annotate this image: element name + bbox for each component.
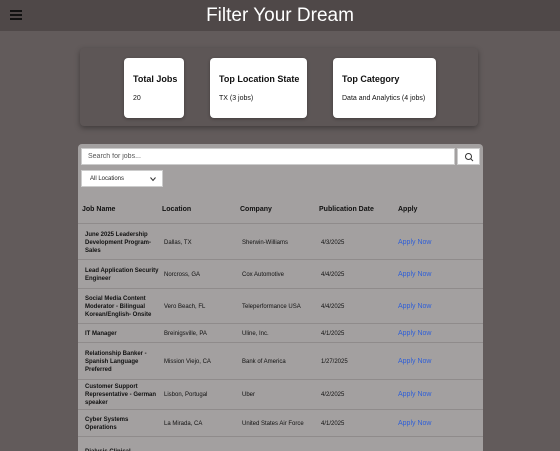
table-row: Dialysis Clinical: [78, 437, 483, 451]
location-filter-value: All Locations: [90, 176, 125, 182]
job-title: June 2025 Leadership Development Program…: [85, 231, 152, 254]
table-row: Cyber Systems Operations La Mirada, CA Uni…: [78, 410, 483, 437]
apply-now-link[interactable]: Apply Now: [398, 420, 431, 427]
job-title: IT Manager: [85, 330, 117, 337]
job-publication-date: 4/4/2025: [321, 303, 345, 310]
stat-label: Top Location State: [219, 74, 300, 84]
stat-value: 20: [133, 95, 141, 102]
job-location: Dallas, TX: [164, 239, 192, 246]
apply-now-link[interactable]: Apply Now: [398, 239, 431, 246]
job-company: Uber: [242, 392, 256, 398]
job-publication-date: 1/27/2025: [321, 358, 348, 365]
job-location: Lisbon, Portugal: [164, 392, 208, 398]
search-button[interactable]: [457, 148, 480, 165]
column-header-location: Location: [162, 206, 192, 213]
job-location: Breinigsville, PA: [164, 330, 207, 337]
table-row: Customer Support Representative - German…: [78, 380, 483, 410]
job-company: Teleperformance USA: [242, 303, 301, 310]
apply-now-link[interactable]: Apply Now: [398, 303, 431, 310]
stats-panel: Total Jobs 20 Top Location State TX (3 j…: [80, 48, 478, 126]
job-location: Norcross, GA: [164, 271, 201, 278]
stat-card-total-jobs: Total Jobs 20: [124, 58, 184, 118]
page-title: Filter Your Dream: [206, 5, 354, 26]
job-location: Vero Beach, FL: [164, 303, 206, 310]
apply-now-link[interactable]: Apply Now: [398, 391, 431, 398]
table-row: June 2025 Leadership Development Program…: [78, 225, 483, 260]
job-publication-date: 4/1/2025: [321, 420, 345, 427]
column-header-apply: Apply: [398, 206, 418, 213]
apply-now-link[interactable]: Apply Now: [398, 358, 431, 365]
job-company: Uline, Inc.: [242, 330, 269, 337]
job-company: Sherwin-Williams: [242, 239, 289, 246]
apply-now-link[interactable]: Apply Now: [398, 330, 431, 337]
search-icon: [465, 153, 474, 162]
stat-card-top-category: Top Category Data and Analytics (4 jobs): [333, 58, 436, 118]
search-input[interactable]: [81, 148, 455, 165]
job-location: Mission Viejo, CA: [164, 358, 211, 365]
job-title: Lead Application Security Engineer: [85, 267, 159, 282]
jobs-panel: All Locations Job Name Location Company …: [78, 144, 483, 451]
job-publication-date: 4/3/2025: [321, 239, 345, 246]
job-publication-date: 4/4/2025: [321, 271, 345, 278]
apply-now-link[interactable]: Apply Now: [398, 271, 431, 278]
chevron-down-icon: [150, 177, 156, 182]
job-publication-date: 4/2/2025: [321, 392, 345, 398]
location-filter-select[interactable]: All Locations: [81, 170, 163, 187]
table-row: Social Media Content Moderator - Bilingu…: [78, 289, 483, 324]
stat-value: Data and Analytics (4 jobs): [342, 95, 426, 102]
column-header-job-name: Job Name: [82, 206, 116, 213]
column-header-publication-date: Publication Date: [319, 206, 374, 213]
table-header: Job Name Location Company Publication Da…: [78, 206, 483, 224]
job-location: La Mirada, CA: [164, 420, 203, 427]
top-bar: Filter Your Dream: [0, 0, 560, 31]
table-row: IT Manager Breinigsville, PA Uline, Inc. 4/…: [78, 324, 483, 343]
job-title: Customer Support Representative - German…: [85, 384, 157, 406]
job-publication-date: 4/1/2025: [321, 330, 345, 337]
job-title: Cyber Systems Operations: [85, 416, 129, 431]
table-row: Lead Application Security Engineer Norcro…: [78, 260, 483, 289]
table-row: Relationship Banker - Spanish Language P…: [78, 343, 483, 380]
job-company: United States Air Force: [242, 420, 304, 427]
job-title: Relationship Banker - Spanish Language P…: [85, 350, 147, 373]
job-company: Cox Automotive: [242, 271, 285, 278]
job-company: Bank of America: [242, 358, 286, 365]
job-title: Social Media Content Moderator - Bilingu…: [85, 295, 152, 318]
column-header-company: Company: [240, 206, 272, 213]
stat-label: Top Category: [342, 74, 400, 84]
stat-value: TX (3 jobs): [219, 95, 254, 102]
stat-label: Total Jobs: [133, 74, 178, 84]
stat-card-top-location: Top Location State TX (3 jobs): [210, 58, 307, 118]
